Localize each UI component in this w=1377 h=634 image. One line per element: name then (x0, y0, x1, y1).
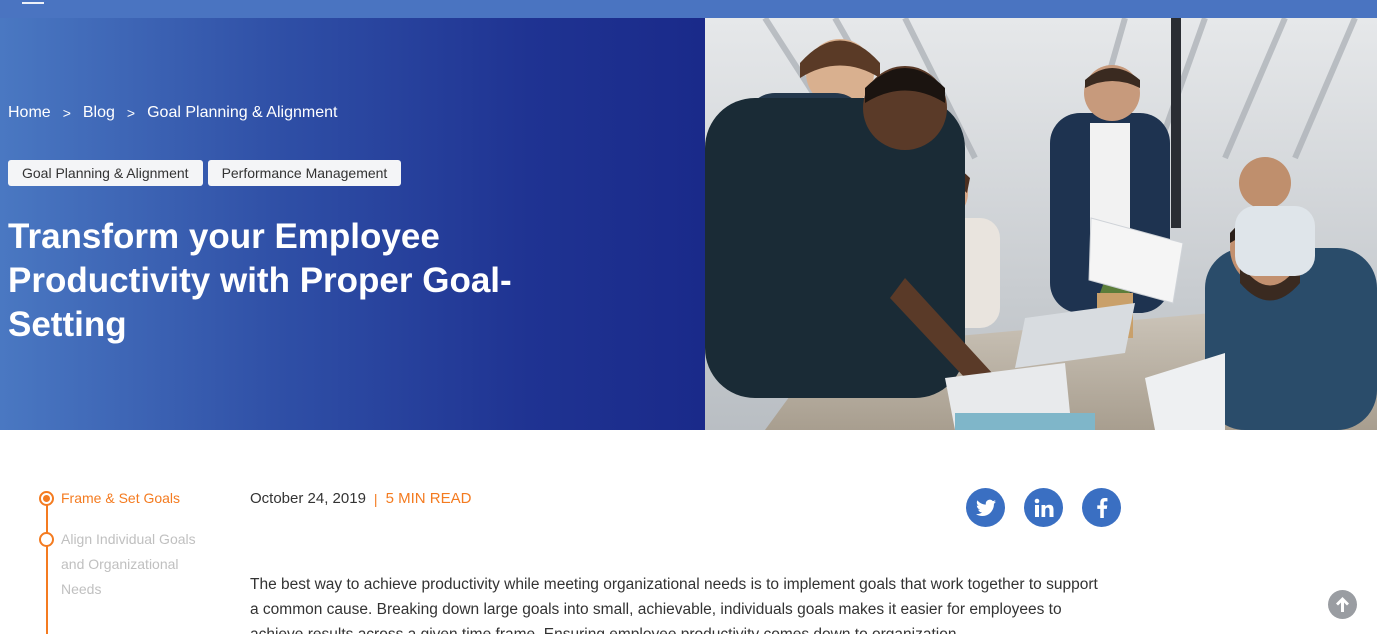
logo-fragment (22, 0, 44, 4)
breadcrumb-separator: > (62, 105, 71, 121)
facebook-icon (1096, 497, 1107, 518)
breadcrumb: Home > Blog > Goal Planning & Alignment (8, 104, 337, 122)
toc-dot-icon (39, 532, 54, 547)
breadcrumb-separator: > (126, 105, 136, 121)
toc-item-label: Align Individual Goals and Organizationa… (61, 531, 196, 597)
top-navigation-bar (0, 0, 1377, 18)
category-tags: Goal Planning & Alignment Performance Ma… (8, 160, 402, 186)
arrow-up-icon (1336, 597, 1349, 612)
twitter-icon (975, 499, 996, 516)
linkedin-icon (1034, 498, 1053, 517)
page-title: Transform your Employee Productivity wit… (8, 217, 512, 344)
table-of-contents: Frame & Set Goals Align Individual Goals… (38, 486, 238, 634)
twitter-share-button[interactable] (966, 488, 1005, 527)
breadcrumb-home-link[interactable]: Home (8, 104, 51, 122)
hero-photo-team-meeting (705, 18, 1377, 430)
toc-item-align-goals[interactable]: Align Individual Goals and Organizationa… (38, 527, 208, 602)
tag-performance-management[interactable]: Performance Management (207, 160, 402, 186)
toc-active-dot-icon (39, 491, 54, 506)
article-body: The best way to achieve productivity whi… (250, 576, 1098, 634)
breadcrumb-current-link[interactable]: Goal Planning & Alignment (147, 104, 337, 122)
article-meta: October 24, 2019 | 5 MIN READ (250, 490, 471, 507)
linkedin-share-button[interactable] (1024, 488, 1063, 527)
breadcrumb-blog-link[interactable]: Blog (83, 104, 115, 122)
hero-text-panel: Home > Blog > Goal Planning & Alignment … (0, 18, 705, 430)
toc-item-label: Frame & Set Goals (61, 490, 181, 506)
toc-item-frame-set-goals[interactable]: Frame & Set Goals (38, 486, 238, 511)
read-time: 5 MIN READ (385, 490, 472, 507)
hero-banner: Home > Blog > Goal Planning & Alignment … (0, 18, 1377, 430)
meta-divider: | (373, 490, 378, 507)
social-share-buttons (966, 488, 1121, 527)
facebook-share-button[interactable] (1082, 488, 1121, 527)
scroll-to-top-button[interactable] (1328, 590, 1357, 619)
tag-goal-planning[interactable]: Goal Planning & Alignment (8, 160, 203, 186)
publish-date: October 24, 2019 (250, 490, 366, 507)
